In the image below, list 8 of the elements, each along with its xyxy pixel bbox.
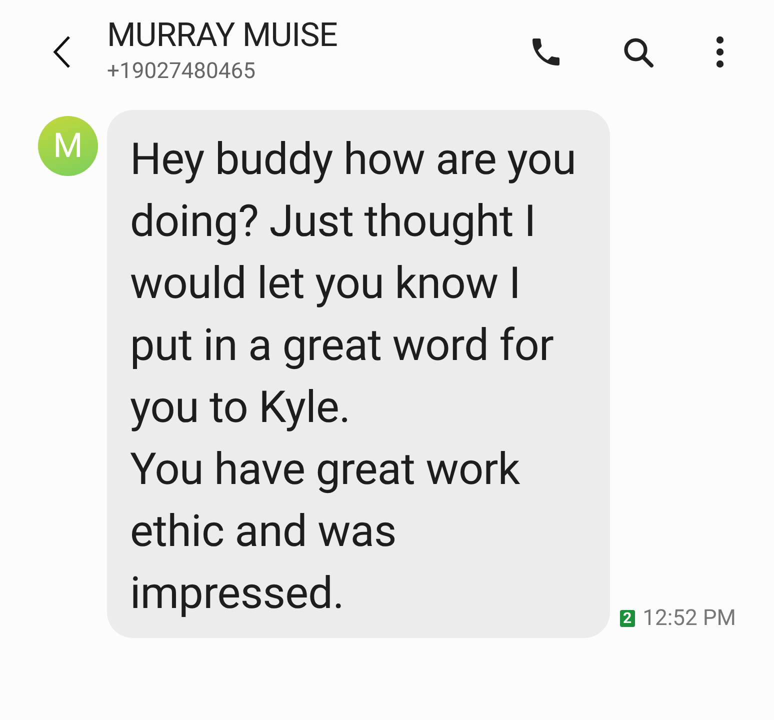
- avatar-letter: M: [53, 129, 83, 163]
- message-text: Hey buddy how are you doing? Just thought I would let you know I put in a great word for you to Kyle. You have great work ethic and was impressed.: [130, 132, 578, 621]
- message-time: 12:52 PM: [642, 605, 736, 633]
- contact-name: MURRAY MUISE: [107, 16, 338, 56]
- sim-badge: 2: [620, 610, 635, 627]
- back-icon: [52, 35, 72, 69]
- more-icon: [715, 36, 725, 68]
- phone-number: +19027480465: [107, 58, 256, 86]
